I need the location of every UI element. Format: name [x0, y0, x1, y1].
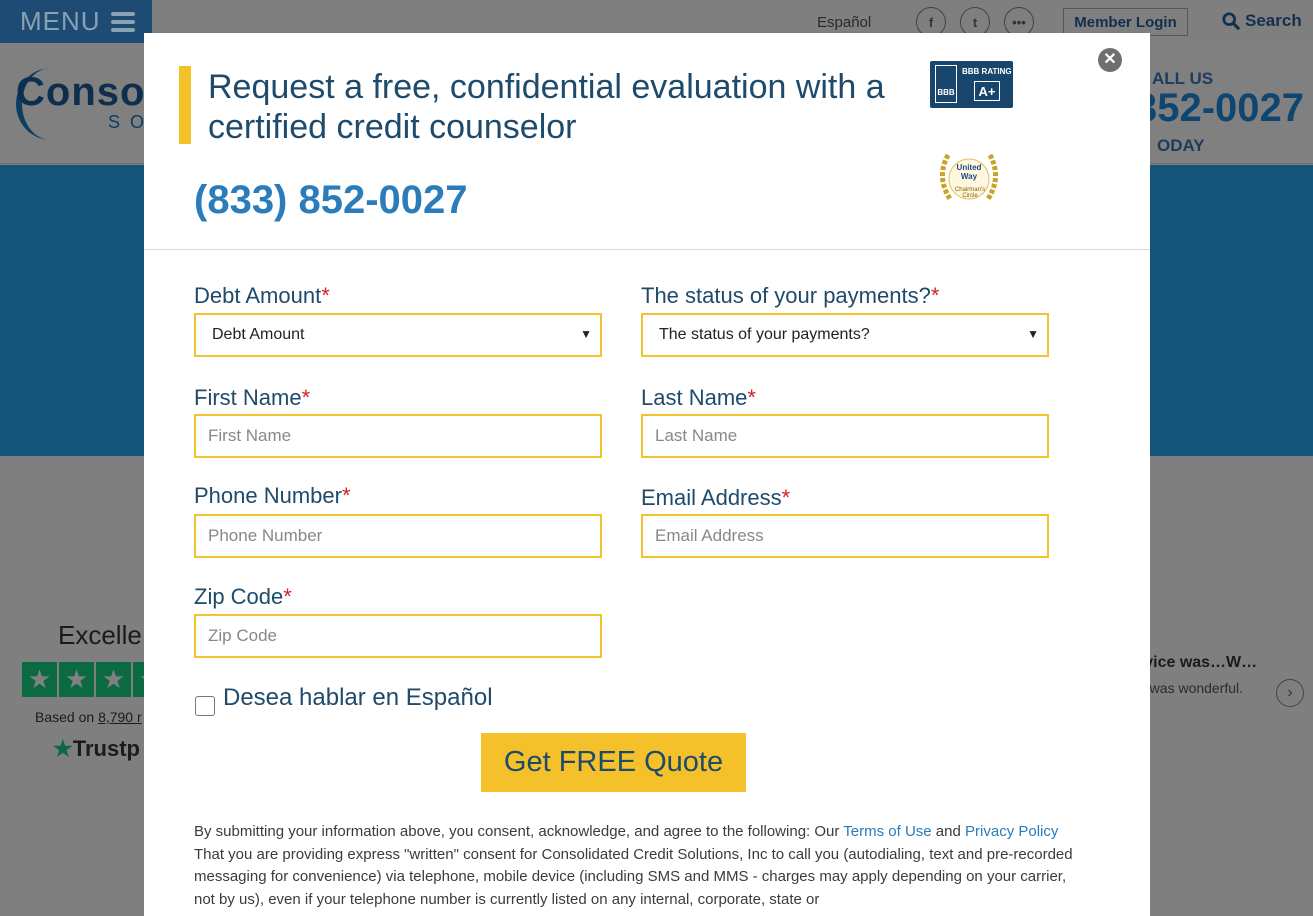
- legal-intro: By submitting your information above, yo…: [194, 823, 844, 840]
- email-label-text: Email Address: [641, 485, 782, 510]
- search-label: Search: [1245, 11, 1302, 30]
- modal-headline: Request a free, confidential evaluation …: [208, 68, 885, 146]
- chevron-down-icon: ▼: [1027, 327, 1039, 341]
- privacy-policy-link[interactable]: Privacy Policy: [965, 823, 1058, 840]
- first-name-field[interactable]: [194, 414, 602, 458]
- phone-input[interactable]: [196, 516, 600, 556]
- phone-field[interactable]: [194, 514, 602, 558]
- united-way-label: United Way: [956, 163, 982, 181]
- required-mark: *: [781, 485, 791, 510]
- legal-body: That you are providing express "written"…: [194, 845, 1073, 908]
- last-name-input[interactable]: [643, 416, 1047, 456]
- last-name-field[interactable]: [641, 414, 1049, 458]
- zip-label-text: Zip Code: [194, 584, 284, 609]
- required-mark: *: [930, 283, 940, 308]
- terms-of-use-link[interactable]: Terms of Use: [843, 823, 931, 840]
- payment-status-label: The status of your payments?*: [641, 283, 939, 309]
- header-phone[interactable]: 352-0027: [1135, 86, 1304, 131]
- united-way-badge: United Way Chairman's Circle: [934, 147, 1004, 207]
- get-quote-button[interactable]: Get FREE Quote: [481, 733, 746, 792]
- review-title: rvice was…W…: [1138, 654, 1258, 671]
- first-name-label-text: First Name: [194, 385, 302, 410]
- united-way-subtitle: Chairman's Circle: [954, 187, 986, 199]
- required-mark: *: [341, 483, 351, 508]
- payment-status-value: The status of your payments?: [659, 326, 870, 343]
- payment-status-select[interactable]: The status of your payments? ▼: [641, 313, 1049, 357]
- star-icon: ★: [53, 736, 73, 761]
- accent-bar: [179, 66, 191, 144]
- chevron-down-icon: ▼: [580, 327, 592, 341]
- debt-amount-label: Debt Amount*: [194, 283, 330, 309]
- chevron-right-icon[interactable]: ›: [1276, 679, 1304, 707]
- phone-label-text: Phone Number: [194, 483, 342, 508]
- star-icon: ★: [22, 662, 57, 697]
- required-mark: *: [747, 385, 756, 410]
- menu-label: MENU: [20, 6, 101, 36]
- trustpilot-logo[interactable]: ★Trustp: [53, 736, 140, 762]
- zip-label: Zip Code*: [194, 584, 292, 610]
- search-button[interactable]: Search: [1222, 11, 1302, 31]
- bbb-logo: BBB: [935, 65, 957, 103]
- review-body: e was wonderful.: [1138, 680, 1244, 696]
- email-label: Email Address*: [641, 485, 790, 511]
- star-icon: ★: [59, 662, 94, 697]
- menu-button[interactable]: MENU: [0, 0, 152, 43]
- based-on-prefix: Based on: [35, 709, 95, 725]
- bbb-rating-badge: BBB BBB RATING A+: [930, 61, 1013, 108]
- bbb-grade: A+: [974, 81, 1000, 101]
- legal-and: and: [931, 823, 966, 840]
- spanish-checkbox[interactable]: [195, 696, 215, 716]
- spanish-checkbox-label[interactable]: Desea hablar en Español: [223, 684, 493, 712]
- close-icon[interactable]: ✕: [1098, 48, 1122, 72]
- trustpilot-logo-text: Trustp: [72, 736, 140, 761]
- zip-input[interactable]: [196, 616, 600, 656]
- language-link[interactable]: Español: [817, 14, 871, 31]
- email-input[interactable]: [643, 516, 1047, 556]
- call-today-label: ODAY: [1157, 136, 1205, 155]
- phone-label: Phone Number*: [194, 483, 351, 509]
- first-name-label: First Name*: [194, 385, 310, 411]
- email-field[interactable]: [641, 514, 1049, 558]
- last-name-label-text: Last Name: [641, 385, 748, 410]
- review-count-link[interactable]: 8,790 r: [98, 709, 142, 725]
- trustpilot-based-on: Based on 8,790 r: [35, 709, 142, 725]
- first-name-input[interactable]: [196, 416, 600, 456]
- debt-amount-select[interactable]: Debt Amount ▼: [194, 313, 602, 357]
- bbb-rating-label: BBB RATING: [962, 67, 1012, 76]
- star-icon: ★: [96, 662, 131, 697]
- logo[interactable]: Conso: [16, 70, 145, 115]
- hamburger-icon: [110, 11, 135, 32]
- required-mark: *: [321, 283, 330, 308]
- trustpilot-rating-title: Excelle: [58, 620, 142, 650]
- payment-status-label-text: The status of your payments?: [641, 283, 931, 308]
- member-login-button[interactable]: Member Login: [1063, 8, 1188, 36]
- legal-disclaimer: By submitting your information above, yo…: [194, 821, 1074, 911]
- debt-amount-value: Debt Amount: [212, 326, 305, 343]
- evaluation-modal: Request a free, confidential evaluation …: [144, 33, 1150, 916]
- debt-amount-label-text: Debt Amount: [194, 283, 322, 308]
- modal-phone-number[interactable]: (833) 852-0027: [194, 178, 468, 223]
- search-icon: [1222, 12, 1240, 30]
- required-mark: *: [283, 584, 292, 609]
- modal-header: Request a free, confidential evaluation …: [144, 33, 1150, 250]
- required-mark: *: [301, 385, 311, 410]
- last-name-label: Last Name*: [641, 385, 756, 411]
- zip-field[interactable]: [194, 614, 602, 658]
